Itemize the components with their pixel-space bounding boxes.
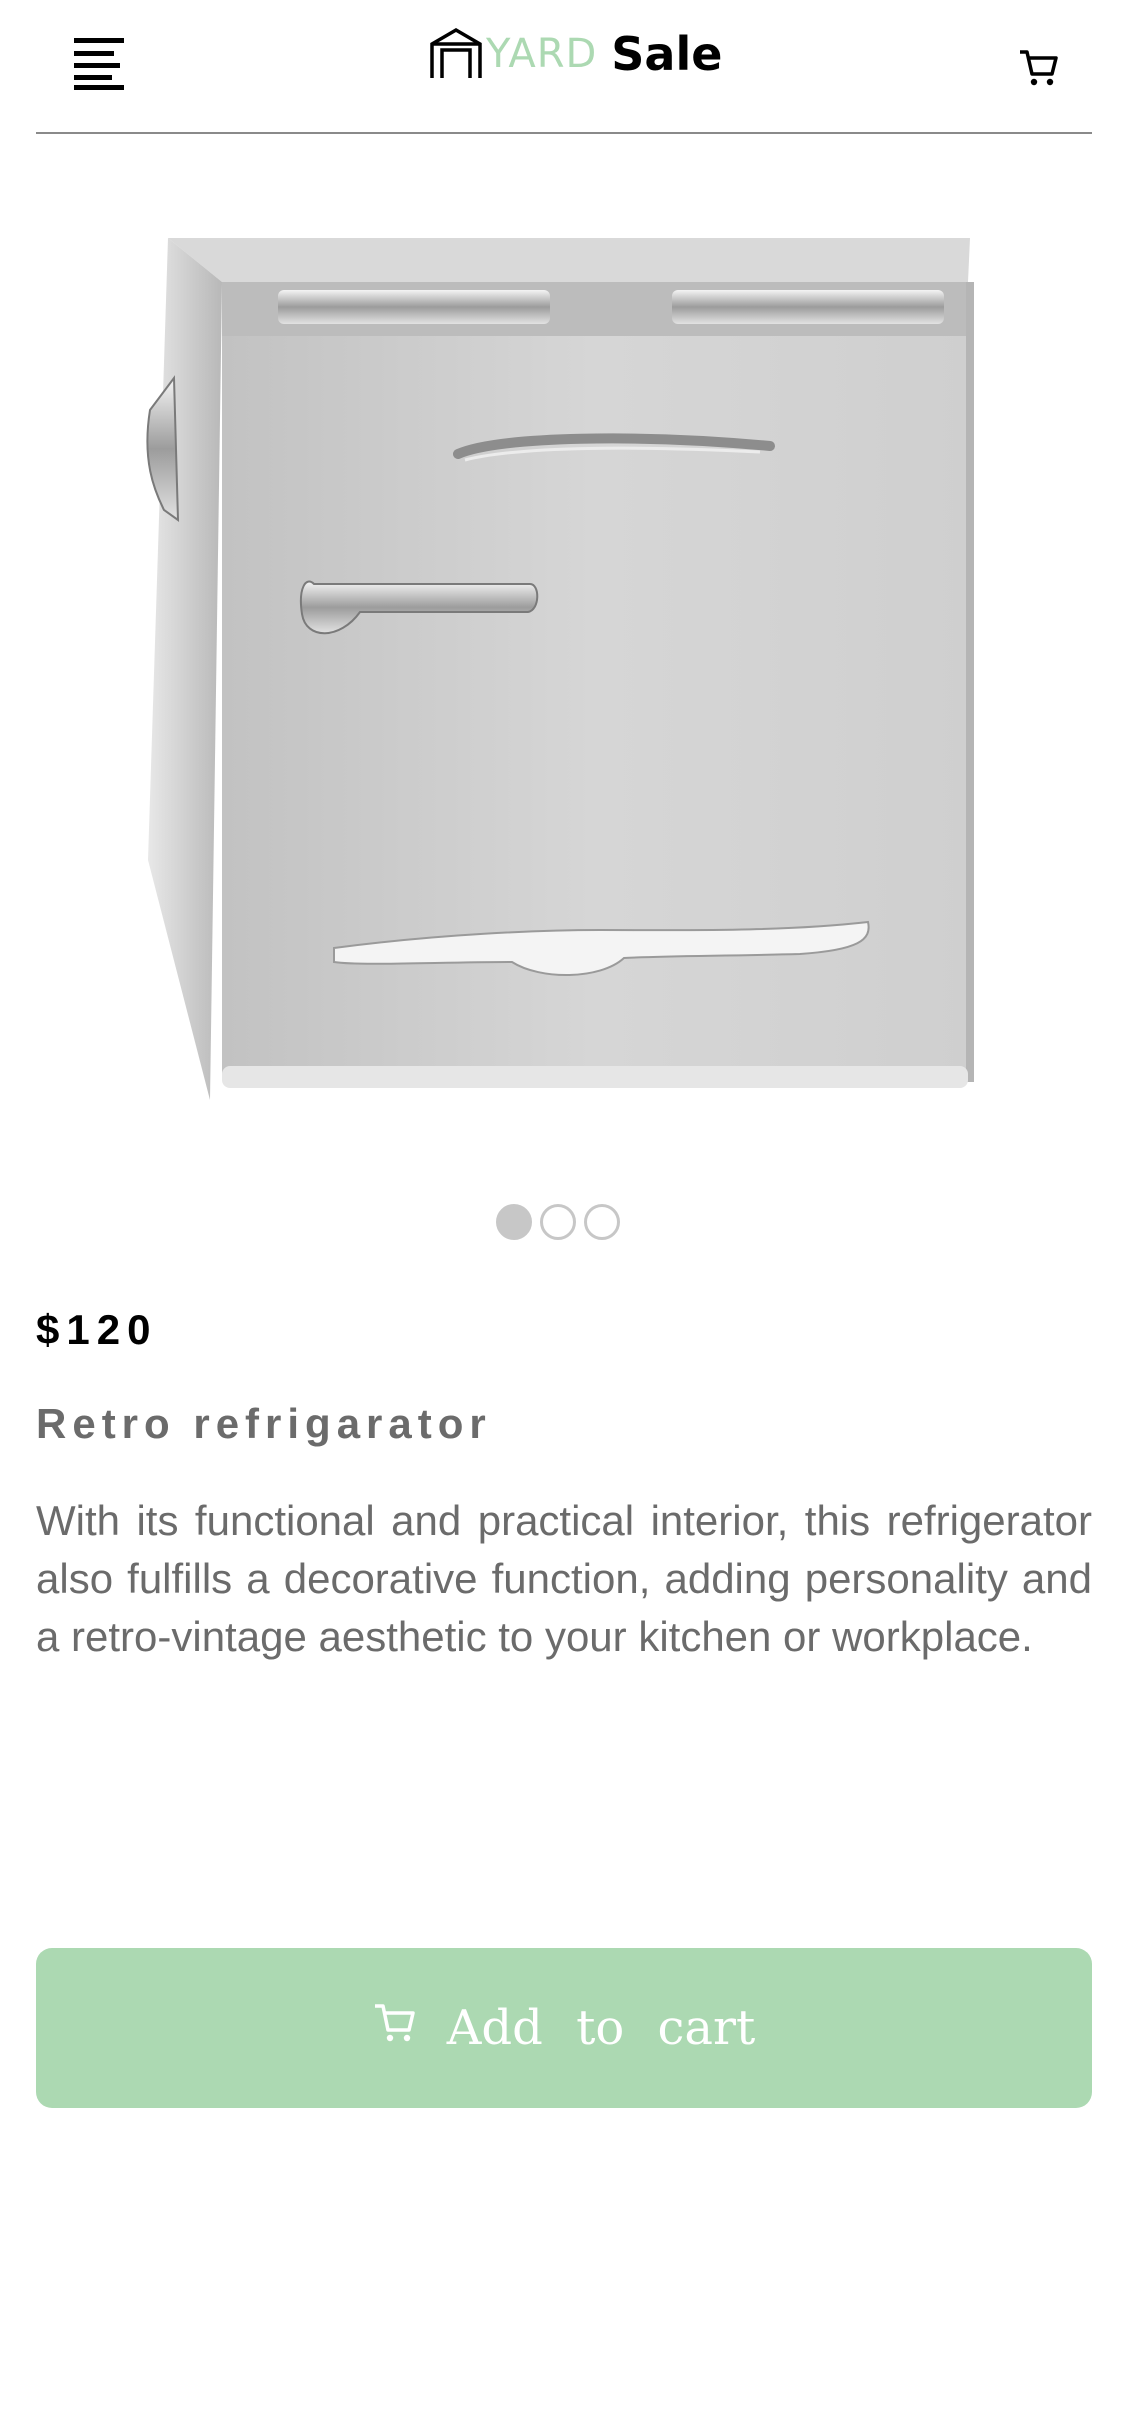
product-price: $120	[36, 1306, 158, 1353]
carousel-dot-2[interactable]	[540, 1204, 576, 1240]
yard-sale-logo[interactable]: YARD Sale	[428, 24, 722, 84]
product-description: With its functional and practical interi…	[36, 1497, 1092, 1660]
add-to-cart-label: Add to cart	[446, 2000, 756, 2056]
logo-brand-text: YARD	[486, 31, 598, 77]
logo-name-text: Sale	[611, 27, 723, 81]
add-to-cart-button[interactable]: Add to cart	[36, 1948, 1092, 2108]
app-header: YARD Sale	[36, 0, 1092, 134]
product-image[interactable]	[120, 210, 980, 1130]
garage-house-icon	[430, 27, 482, 78]
shopping-cart-icon[interactable]	[1018, 46, 1060, 88]
shopping-cart-icon	[374, 2004, 415, 2042]
product-title: Retro refrigarator	[36, 1400, 492, 1447]
hamburger-menu-icon[interactable]	[74, 36, 124, 90]
carousel-dot-3[interactable]	[584, 1204, 620, 1240]
carousel-dots	[496, 1204, 620, 1240]
carousel-dot-1[interactable]	[496, 1204, 532, 1240]
